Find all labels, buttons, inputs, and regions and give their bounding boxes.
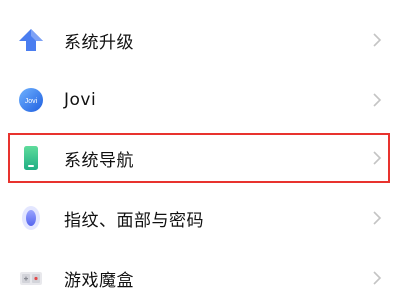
jovi-icon: Jovi — [16, 85, 46, 115]
chevron-right-icon — [370, 90, 384, 110]
settings-item-system-upgrade[interactable]: 系统升级 — [0, 11, 400, 69]
settings-item-system-navigation[interactable]: 系统导航 — [0, 129, 400, 187]
settings-item-label: Jovi — [64, 90, 97, 110]
phone-navigation-icon — [16, 143, 46, 173]
settings-item-game-box[interactable]: 游戏魔盒 — [0, 249, 400, 300]
chevron-right-icon — [370, 208, 384, 228]
game-box-icon — [16, 263, 46, 293]
settings-item-label: 游戏魔盒 — [64, 270, 134, 291]
chevron-right-icon — [370, 268, 384, 288]
settings-item-label: 系统导航 — [64, 150, 134, 171]
settings-item-label: 指纹、面部与密码 — [64, 210, 204, 231]
settings-item-jovi[interactable]: Jovi Jovi — [0, 71, 400, 129]
upgrade-arrow-icon — [16, 25, 46, 55]
fingerprint-icon — [16, 203, 46, 233]
chevron-right-icon — [370, 30, 384, 50]
settings-item-label: 系统升级 — [64, 32, 134, 53]
settings-item-fingerprint-face-password[interactable]: 指纹、面部与密码 — [0, 189, 400, 247]
jovi-icon-text: Jovi — [25, 98, 38, 105]
chevron-right-icon — [370, 148, 384, 168]
settings-list: 系统升级 Jovi Jovi 系统导航 指纹、面部与密码 游戏魔盒 — [0, 0, 400, 300]
